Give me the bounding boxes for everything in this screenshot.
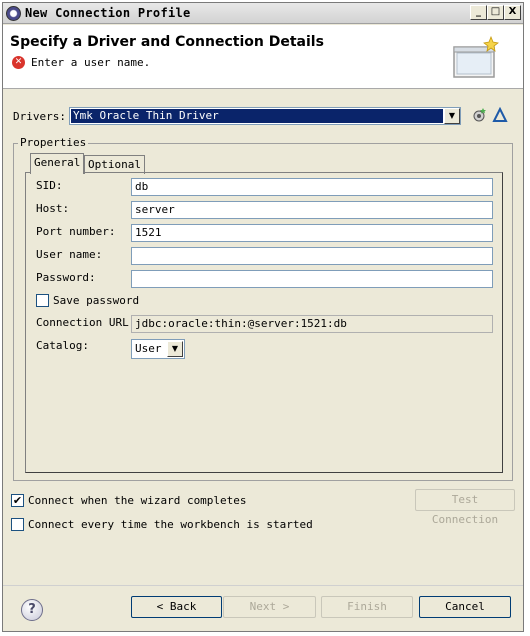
user-name-input[interactable] — [131, 247, 493, 265]
drivers-selected-value: Ymk Oracle Thin Driver — [71, 109, 443, 123]
new-driver-icon[interactable] — [470, 107, 488, 125]
footer-divider — [3, 585, 523, 586]
error-message: Enter a user name. — [31, 56, 151, 69]
connect-when-complete-label: Connect when the wizard completes — [28, 494, 247, 507]
edit-driver-icon[interactable] — [491, 106, 509, 125]
drivers-dropdown[interactable]: Ymk Oracle Thin Driver ▼ — [69, 107, 461, 125]
maximize-button[interactable]: □ — [487, 5, 504, 20]
port-input[interactable]: 1521 — [131, 224, 493, 242]
test-connection-button[interactable]: Test Connection — [415, 489, 515, 526]
host-input[interactable]: server — [131, 201, 493, 219]
password-label: Password: — [36, 271, 96, 284]
minimize-button[interactable]: _ — [470, 5, 487, 20]
properties-legend: Properties — [18, 136, 89, 149]
host-label: Host: — [36, 202, 70, 215]
close-button[interactable]: X — [504, 5, 521, 20]
save-password-label: Save password — [53, 294, 140, 307]
tab-general[interactable]: General — [30, 153, 85, 174]
connection-profile-dialog: New Connection Profile _ □ X Specify a D… — [2, 2, 524, 632]
port-label: Port number: — [36, 225, 116, 238]
password-input[interactable] — [131, 270, 493, 288]
error-icon: ✕ — [12, 56, 25, 69]
finish-button[interactable]: Finish — [321, 596, 413, 618]
drivers-label: Drivers: — [13, 110, 66, 123]
catalog-label: Catalog: — [36, 339, 89, 352]
chevron-down-icon[interactable]: ▼ — [444, 108, 460, 124]
title-bar: New Connection Profile _ □ X — [3, 3, 523, 24]
window-title: New Connection Profile — [25, 6, 191, 20]
help-icon[interactable]: ? — [21, 599, 43, 621]
wizard-graphic-icon — [453, 35, 499, 78]
connect-when-complete-checkbox[interactable]: ✔ — [11, 494, 24, 507]
page-title: Specify a Driver and Connection Details — [10, 34, 324, 50]
chevron-down-icon[interactable]: ▼ — [167, 341, 183, 357]
next-button[interactable]: Next > — [223, 596, 316, 618]
wizard-banner: Specify a Driver and Connection Details … — [3, 25, 523, 89]
sid-input[interactable]: db — [131, 178, 493, 196]
connection-url-label: Connection URL: — [36, 316, 136, 329]
app-icon — [6, 6, 21, 21]
save-password-checkbox[interactable] — [36, 294, 49, 307]
connect-every-time-checkbox[interactable] — [11, 518, 24, 531]
user-name-label: User name: — [36, 248, 103, 261]
sid-label: SID: — [36, 179, 63, 192]
catalog-dropdown[interactable]: User ▼ — [131, 339, 185, 359]
connection-url-value: jdbc:oracle:thin:@server:1521:db — [131, 315, 493, 333]
catalog-selected-value: User — [135, 342, 162, 355]
back-button[interactable]: < Back — [131, 596, 222, 618]
connect-every-time-label: Connect every time the workbench is star… — [28, 518, 313, 531]
cancel-button[interactable]: Cancel — [419, 596, 511, 618]
